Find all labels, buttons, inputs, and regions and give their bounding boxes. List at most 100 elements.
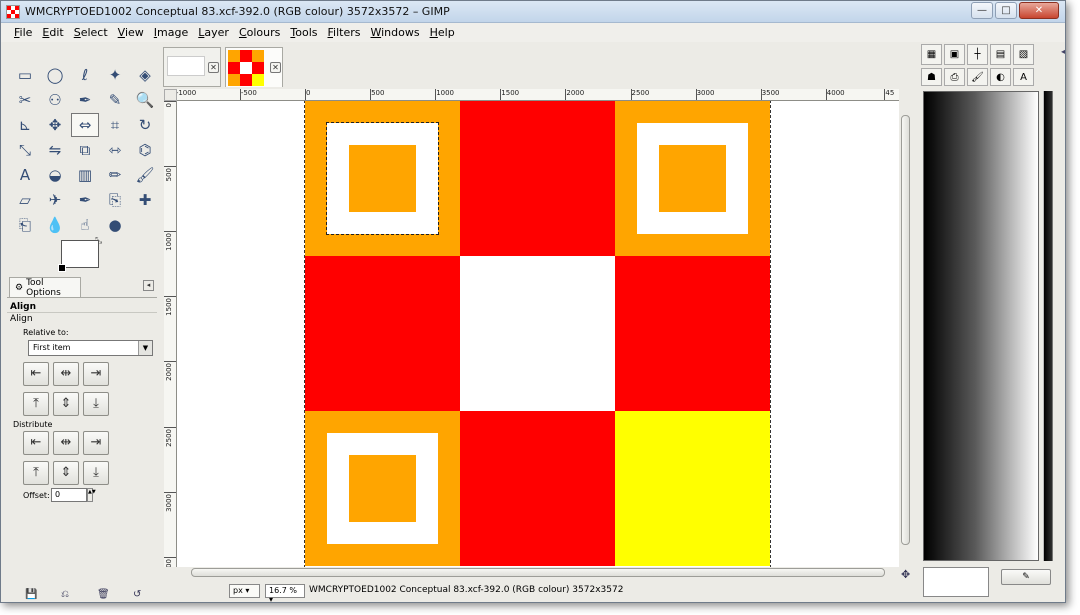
rect-select-icon[interactable]: ▭ — [11, 63, 39, 87]
gradient-swatch[interactable] — [923, 567, 989, 597]
menu-tools[interactable]: Tools — [285, 23, 322, 42]
foreground-select-icon[interactable]: ⚇ — [41, 88, 69, 112]
scrollbar-thumb[interactable] — [901, 115, 910, 545]
menu-windows[interactable]: Windows — [365, 23, 424, 42]
fg-bg-colors[interactable]: ⤡ — [58, 236, 107, 276]
swap-colors-icon[interactable]: ⤡ — [95, 236, 102, 246]
distribute-left-button[interactable]: ⇤ — [23, 431, 49, 455]
menu-file[interactable]: File — [9, 23, 37, 42]
horizontal-scrollbar[interactable] — [177, 567, 899, 579]
close-icon[interactable]: ✕ — [270, 62, 281, 73]
offset-input[interactable]: 0 — [51, 488, 87, 502]
cage-icon[interactable]: ⌬ — [131, 138, 159, 162]
tab-tool-options[interactable]: ⚙ Tool Options — [9, 277, 81, 298]
free-select-icon[interactable]: ℓ — [71, 63, 99, 87]
zoom-select[interactable]: 16.7 % ▾ — [265, 584, 305, 602]
menu-help[interactable]: Help — [425, 23, 460, 42]
image-tab-2[interactable]: ✕ — [225, 47, 283, 87]
dock-tab-menu-icon[interactable]: ◂ — [1061, 47, 1065, 56]
text-icon[interactable]: A — [11, 163, 39, 187]
ink-icon[interactable]: ✒ — [71, 188, 99, 212]
color-icon[interactable]: ◐ — [990, 68, 1011, 86]
scale-icon[interactable]: ⤡ — [11, 138, 39, 162]
vertical-scrollbar[interactable] — [900, 89, 911, 567]
select-by-color-icon[interactable]: ◈ — [131, 63, 159, 87]
ellipse-select-icon[interactable]: ◯ — [41, 63, 69, 87]
color-picker-icon[interactable]: ✎ — [101, 88, 129, 112]
blend-icon[interactable]: ▥ — [71, 163, 99, 187]
airbrush-icon[interactable]: ✈ — [41, 188, 69, 212]
menu-layer[interactable]: Layer — [193, 23, 234, 42]
dodge-burn-icon[interactable]: ● — [101, 213, 129, 237]
chevron-down-icon[interactable]: ▼ — [138, 341, 152, 355]
zoom-icon[interactable]: 🔍 — [131, 88, 159, 112]
palette-icon[interactable]: ▦ — [921, 43, 942, 65]
fonts-icon[interactable]: A — [1013, 68, 1034, 86]
gimp-icon[interactable]: ☗ — [921, 68, 942, 86]
perspective-clone-icon[interactable]: ⎗ — [11, 213, 39, 237]
close-button[interactable]: ✕ — [1019, 2, 1059, 19]
close-icon[interactable]: ✕ — [208, 62, 219, 73]
paths-icon[interactable]: ✒ — [71, 88, 99, 112]
blur-icon[interactable]: 💧 — [41, 213, 69, 237]
move-icon[interactable]: ✥ — [41, 113, 69, 137]
flip-icon[interactable]: ⇿ — [101, 138, 129, 162]
measure-icon[interactable]: ⊾ — [11, 113, 39, 137]
gradients-icon[interactable]: ▤ — [990, 43, 1011, 65]
delete-options-icon[interactable]: 🗑 — [97, 589, 111, 601]
crop-icon[interactable]: ⌗ — [101, 113, 129, 137]
menu-image[interactable]: Image — [149, 23, 193, 42]
image-canvas[interactable] — [304, 101, 771, 567]
brushes-icon[interactable]: ▣ — [944, 43, 965, 65]
align-icon[interactable]: ⇔ — [71, 113, 99, 137]
save-options-icon[interactable]: 💾 — [25, 589, 39, 601]
selection-marquee[interactable] — [326, 122, 439, 235]
shear-icon[interactable]: ⇋ — [41, 138, 69, 162]
scrollbar-thumb[interactable] — [191, 568, 885, 577]
distribute-center-button[interactable]: ⇹ — [53, 431, 79, 455]
scissors-icon[interactable]: ✂ — [11, 88, 39, 112]
menu-select[interactable]: Select — [69, 23, 113, 42]
menu-colours[interactable]: Colours — [234, 23, 285, 42]
distribute-right-button[interactable]: ⇥ — [83, 431, 109, 455]
edit-gradient-button[interactable]: ✎ — [1001, 569, 1051, 585]
rotate-icon[interactable]: ↻ — [131, 113, 159, 137]
foreground-color[interactable] — [61, 240, 99, 268]
default-colors-icon[interactable] — [58, 264, 66, 272]
align-left-button[interactable]: ⇤ — [23, 362, 49, 386]
restore-options-icon[interactable]: ⎌ — [61, 589, 75, 601]
ruler-corner[interactable] — [164, 89, 177, 101]
align-right-button[interactable]: ⇥ — [83, 362, 109, 386]
vertical-ruler[interactable]: 0 500 1000 1500 2000 2500 3000 3500 — [164, 101, 177, 567]
printer-icon[interactable]: ⎙ — [944, 68, 965, 86]
dock-scrollbar[interactable] — [1043, 91, 1061, 561]
distribute-top-button[interactable]: ⤒ — [23, 461, 49, 485]
clone-icon[interactable]: ⎘ — [101, 188, 129, 212]
relative-to-select[interactable]: First item ▼ — [28, 340, 153, 356]
fuzzy-select-icon[interactable]: ✦ — [101, 63, 129, 87]
navigate-icon[interactable]: ✥ — [901, 568, 910, 581]
canvas-area[interactable] — [177, 101, 899, 567]
align-top-button[interactable]: ⤒ — [23, 392, 49, 416]
tab-menu-button[interactable]: ◂ — [143, 280, 154, 291]
pencil-icon[interactable]: ✏ — [101, 163, 129, 187]
align-center-button[interactable]: ⇹ — [53, 362, 79, 386]
paintbrush-icon[interactable]: 🖌 — [131, 163, 159, 187]
layers-icon[interactable]: ▧ — [1013, 43, 1034, 65]
gradient-preview[interactable] — [923, 91, 1039, 561]
maximize-button[interactable]: □ — [995, 2, 1017, 19]
unit-select[interactable]: px ▾ — [229, 584, 260, 598]
align-middle-button[interactable]: ⇕ — [53, 392, 79, 416]
menu-edit[interactable]: Edit — [37, 23, 68, 42]
menu-filters[interactable]: Filters — [323, 23, 366, 42]
distribute-bottom-button[interactable]: ⤓ — [83, 461, 109, 485]
menu-view[interactable]: View — [113, 23, 149, 42]
minimize-button[interactable]: — — [971, 2, 993, 19]
paintbrush-icon[interactable]: 🖌 — [967, 68, 988, 86]
bucket-fill-icon[interactable]: ◒ — [41, 163, 69, 187]
eraser-icon[interactable]: ▱ — [11, 188, 39, 212]
patterns-icon[interactable]: ┼ — [967, 43, 988, 65]
reset-options-icon[interactable]: ↺ — [133, 589, 147, 601]
offset-stepper[interactable]: ▲▼ — [87, 488, 96, 502]
perspective-icon[interactable]: ⧉ — [71, 138, 99, 162]
